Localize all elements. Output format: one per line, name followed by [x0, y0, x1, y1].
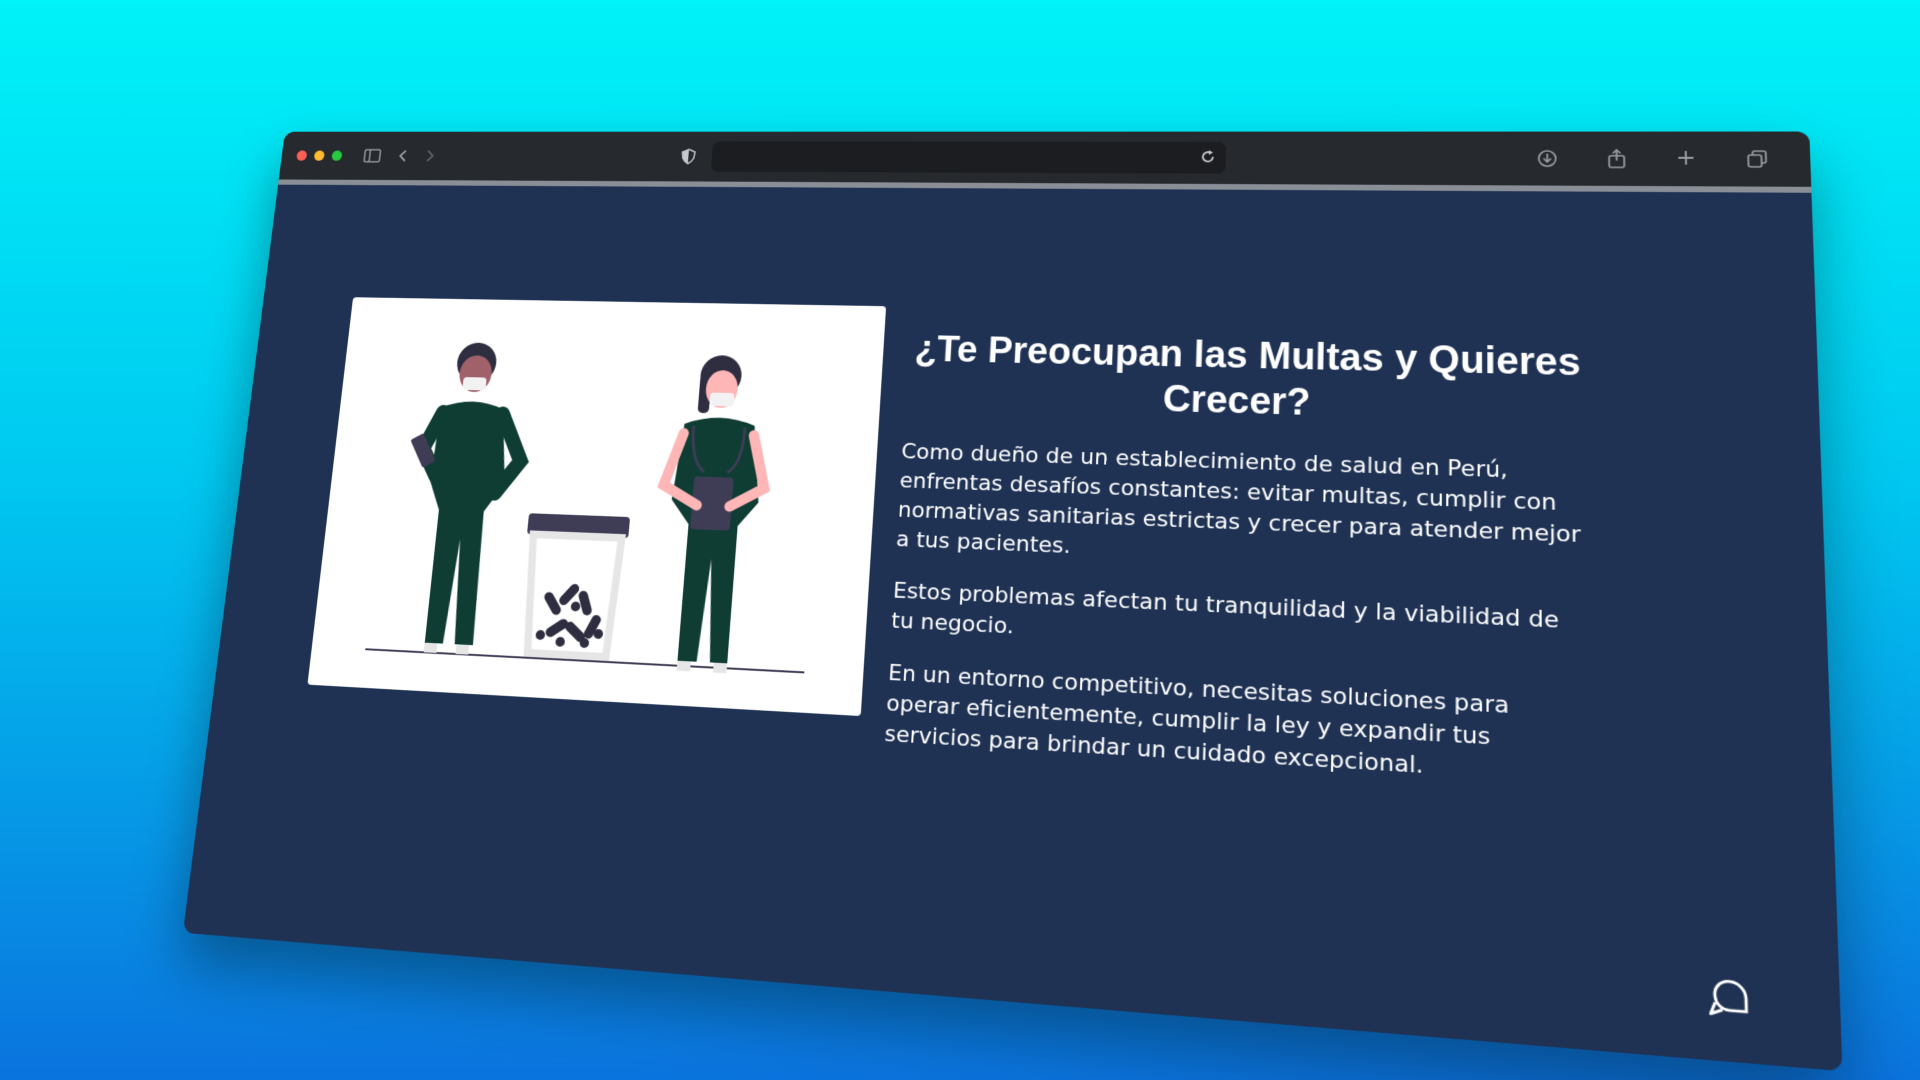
- healthcare-illustration: [307, 297, 887, 717]
- address-bar[interactable]: [710, 141, 1227, 174]
- nurse-with-tablet-figure: [387, 342, 532, 655]
- chat-help-icon: [1705, 974, 1754, 1024]
- chat-help-button[interactable]: [1705, 974, 1754, 1029]
- back-icon[interactable]: [397, 149, 409, 163]
- tabs-overview-icon[interactable]: [1746, 149, 1769, 169]
- download-icon[interactable]: [1537, 149, 1558, 168]
- browser-window: ¿Te Preocupan las Multas y Quieres Crece…: [182, 131, 1843, 1072]
- nurse-with-clipboard-figure: [648, 354, 774, 674]
- browser-toolbar: [278, 131, 1812, 193]
- close-window-button[interactable]: [296, 150, 308, 161]
- reload-icon[interactable]: [1200, 149, 1216, 168]
- section-heading: ¿Te Preocupan las Multas y Quieres Crece…: [913, 329, 1581, 424]
- problem-paragraph: Estos problemas afectan tu tranquilidad …: [890, 578, 1560, 640]
- window-controls: [296, 150, 343, 161]
- intro-paragraph: Como dueño de un establecimiento de salu…: [895, 439, 1581, 560]
- desktop-background: ¿Te Preocupan las Multas y Quieres Crece…: [0, 0, 1920, 1080]
- new-tab-icon[interactable]: [1676, 149, 1696, 169]
- problem-section: ¿Te Preocupan las Multas y Quieres Crece…: [882, 327, 1594, 817]
- sidebar-icon[interactable]: [363, 149, 382, 163]
- toolbar-actions: [1537, 149, 1791, 169]
- solution-paragraph: En un entorno competitivo, necesitas sol…: [883, 660, 1510, 780]
- page-content: ¿Te Preocupan las Multas y Quieres Crece…: [182, 184, 1843, 1072]
- pill-jar-figure: [516, 513, 631, 657]
- share-icon[interactable]: [1607, 149, 1627, 168]
- maximize-window-button[interactable]: [331, 150, 343, 161]
- forward-icon[interactable]: [424, 149, 436, 163]
- minimize-window-button[interactable]: [313, 150, 325, 161]
- shield-icon[interactable]: [681, 148, 697, 164]
